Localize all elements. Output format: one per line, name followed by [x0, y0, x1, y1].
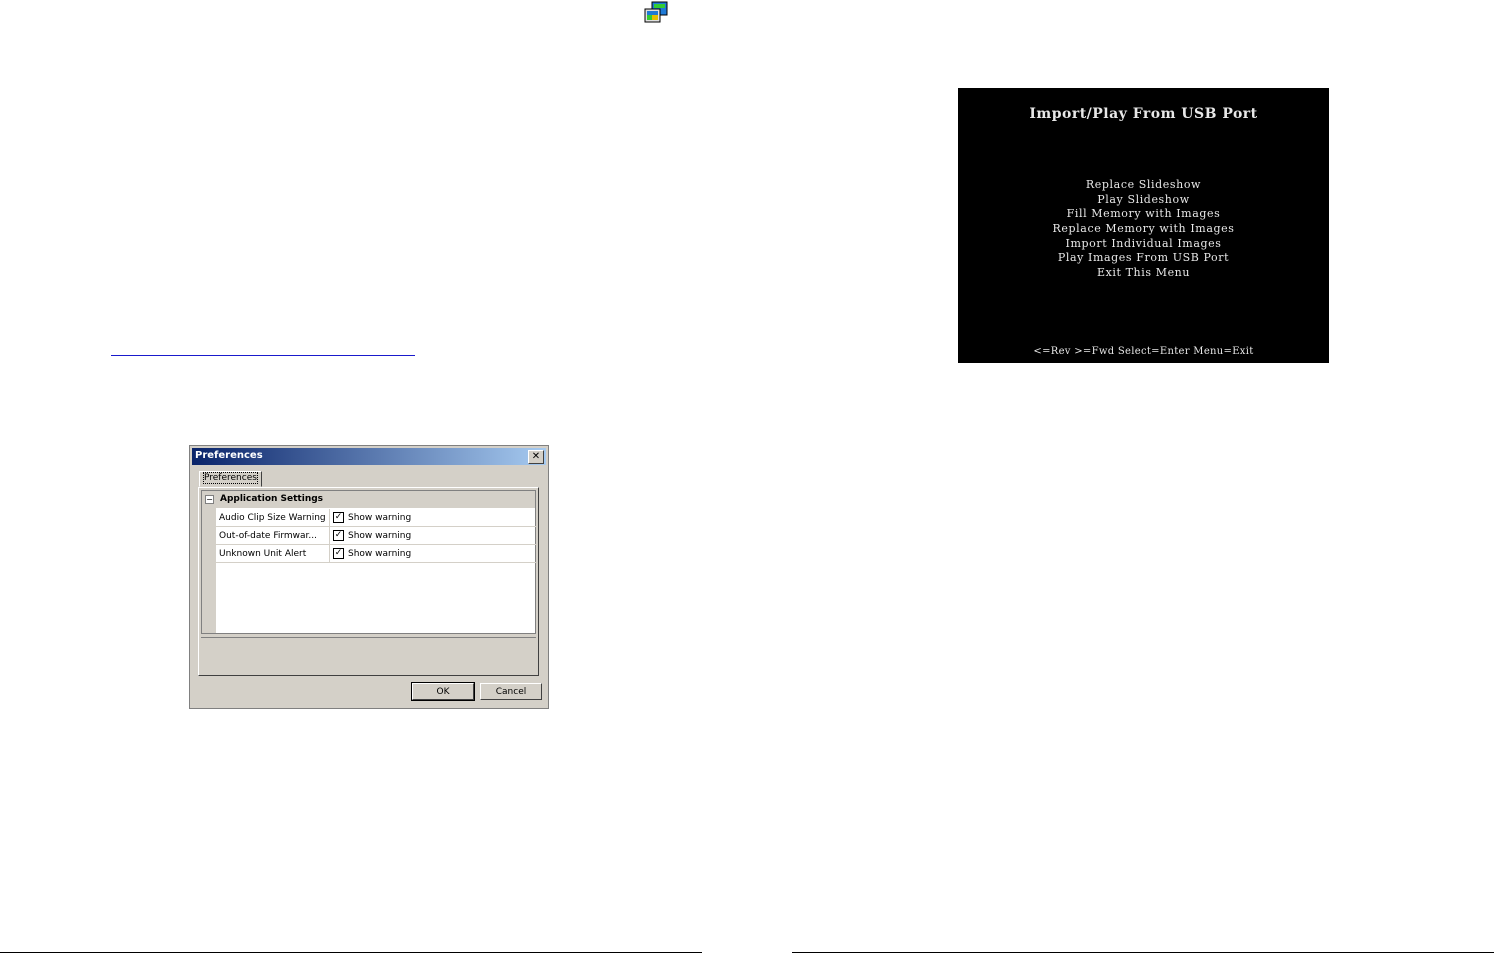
menu-item-exit: Exit This Menu	[1096, 266, 1191, 280]
close-button[interactable]: ✕	[528, 450, 544, 464]
footer-rule-left	[0, 952, 702, 953]
tab-preferences[interactable]: Preferences	[199, 471, 262, 487]
column-divider	[329, 509, 330, 526]
menu-item-play-slideshow: Play Slideshow	[1097, 192, 1190, 206]
dialog-title: Preferences	[195, 450, 263, 461]
footer-rule-right	[792, 952, 1494, 953]
collapse-icon[interactable]: −	[205, 495, 214, 504]
property-name: Out-of-date Firmwar...	[219, 531, 317, 541]
menu-title: Import/Play From USB Port	[1029, 106, 1258, 122]
dialog-titlebar[interactable]: Preferences ✕	[192, 448, 546, 465]
menu-item-fill-memory: Fill Memory with Images	[1066, 207, 1221, 221]
property-row[interactable]: Out-of-date Firmwar... ✓ Show warning	[216, 527, 536, 545]
menu-item-replace-memory: Replace Memory with Images	[1052, 222, 1235, 236]
property-row[interactable]: Audio Clip Size Warning ✓ Show warning	[216, 509, 536, 527]
show-warning-checkbox[interactable]: ✓	[333, 530, 344, 541]
tab-label: Preferences	[203, 472, 258, 484]
category-label: Application Settings	[220, 494, 324, 504]
close-icon: ✕	[531, 451, 541, 462]
tab-panel: − Application Settings Audio Clip Size W…	[198, 487, 539, 676]
menu-key-legend: <=Rev >=Fwd Select=Enter Menu=Exit	[1033, 346, 1254, 357]
preferences-dialog: Preferences ✕ Preferences − Application …	[189, 445, 549, 709]
property-grid: − Application Settings Audio Clip Size W…	[201, 490, 536, 634]
property-value: Show warning	[348, 531, 412, 541]
property-value: Show warning	[348, 549, 412, 559]
property-row[interactable]: Unknown Unit Alert ✓ Show warning	[216, 545, 536, 563]
ok-button[interactable]: OK	[411, 682, 475, 701]
hyperlink-underline[interactable]	[111, 355, 415, 356]
property-value: Show warning	[348, 513, 412, 523]
show-warning-checkbox[interactable]: ✓	[333, 548, 344, 559]
slideshow-app-icon	[643, 1, 669, 25]
menu-item-replace-slideshow: Replace Slideshow	[1085, 178, 1202, 191]
description-area	[201, 637, 536, 674]
show-warning-checkbox[interactable]: ✓	[333, 512, 344, 523]
menu-item-import-individual: Import Individual Images	[1065, 236, 1222, 250]
column-divider	[329, 527, 330, 544]
usb-import-menu-screen: Import/Play From USB Port Replace Slides…	[958, 88, 1329, 363]
menu-item-play-from-usb: Play Images From USB Port	[1057, 251, 1230, 265]
cancel-button[interactable]: Cancel	[480, 683, 542, 700]
category-row: − Application Settings	[202, 491, 535, 508]
column-divider	[329, 545, 330, 562]
property-name: Unknown Unit Alert	[219, 549, 307, 559]
property-name: Audio Clip Size Warning	[219, 513, 326, 523]
grid-gutter	[202, 491, 216, 633]
menu-list: Replace Slideshow Play Slideshow Fill Me…	[958, 178, 1329, 281]
